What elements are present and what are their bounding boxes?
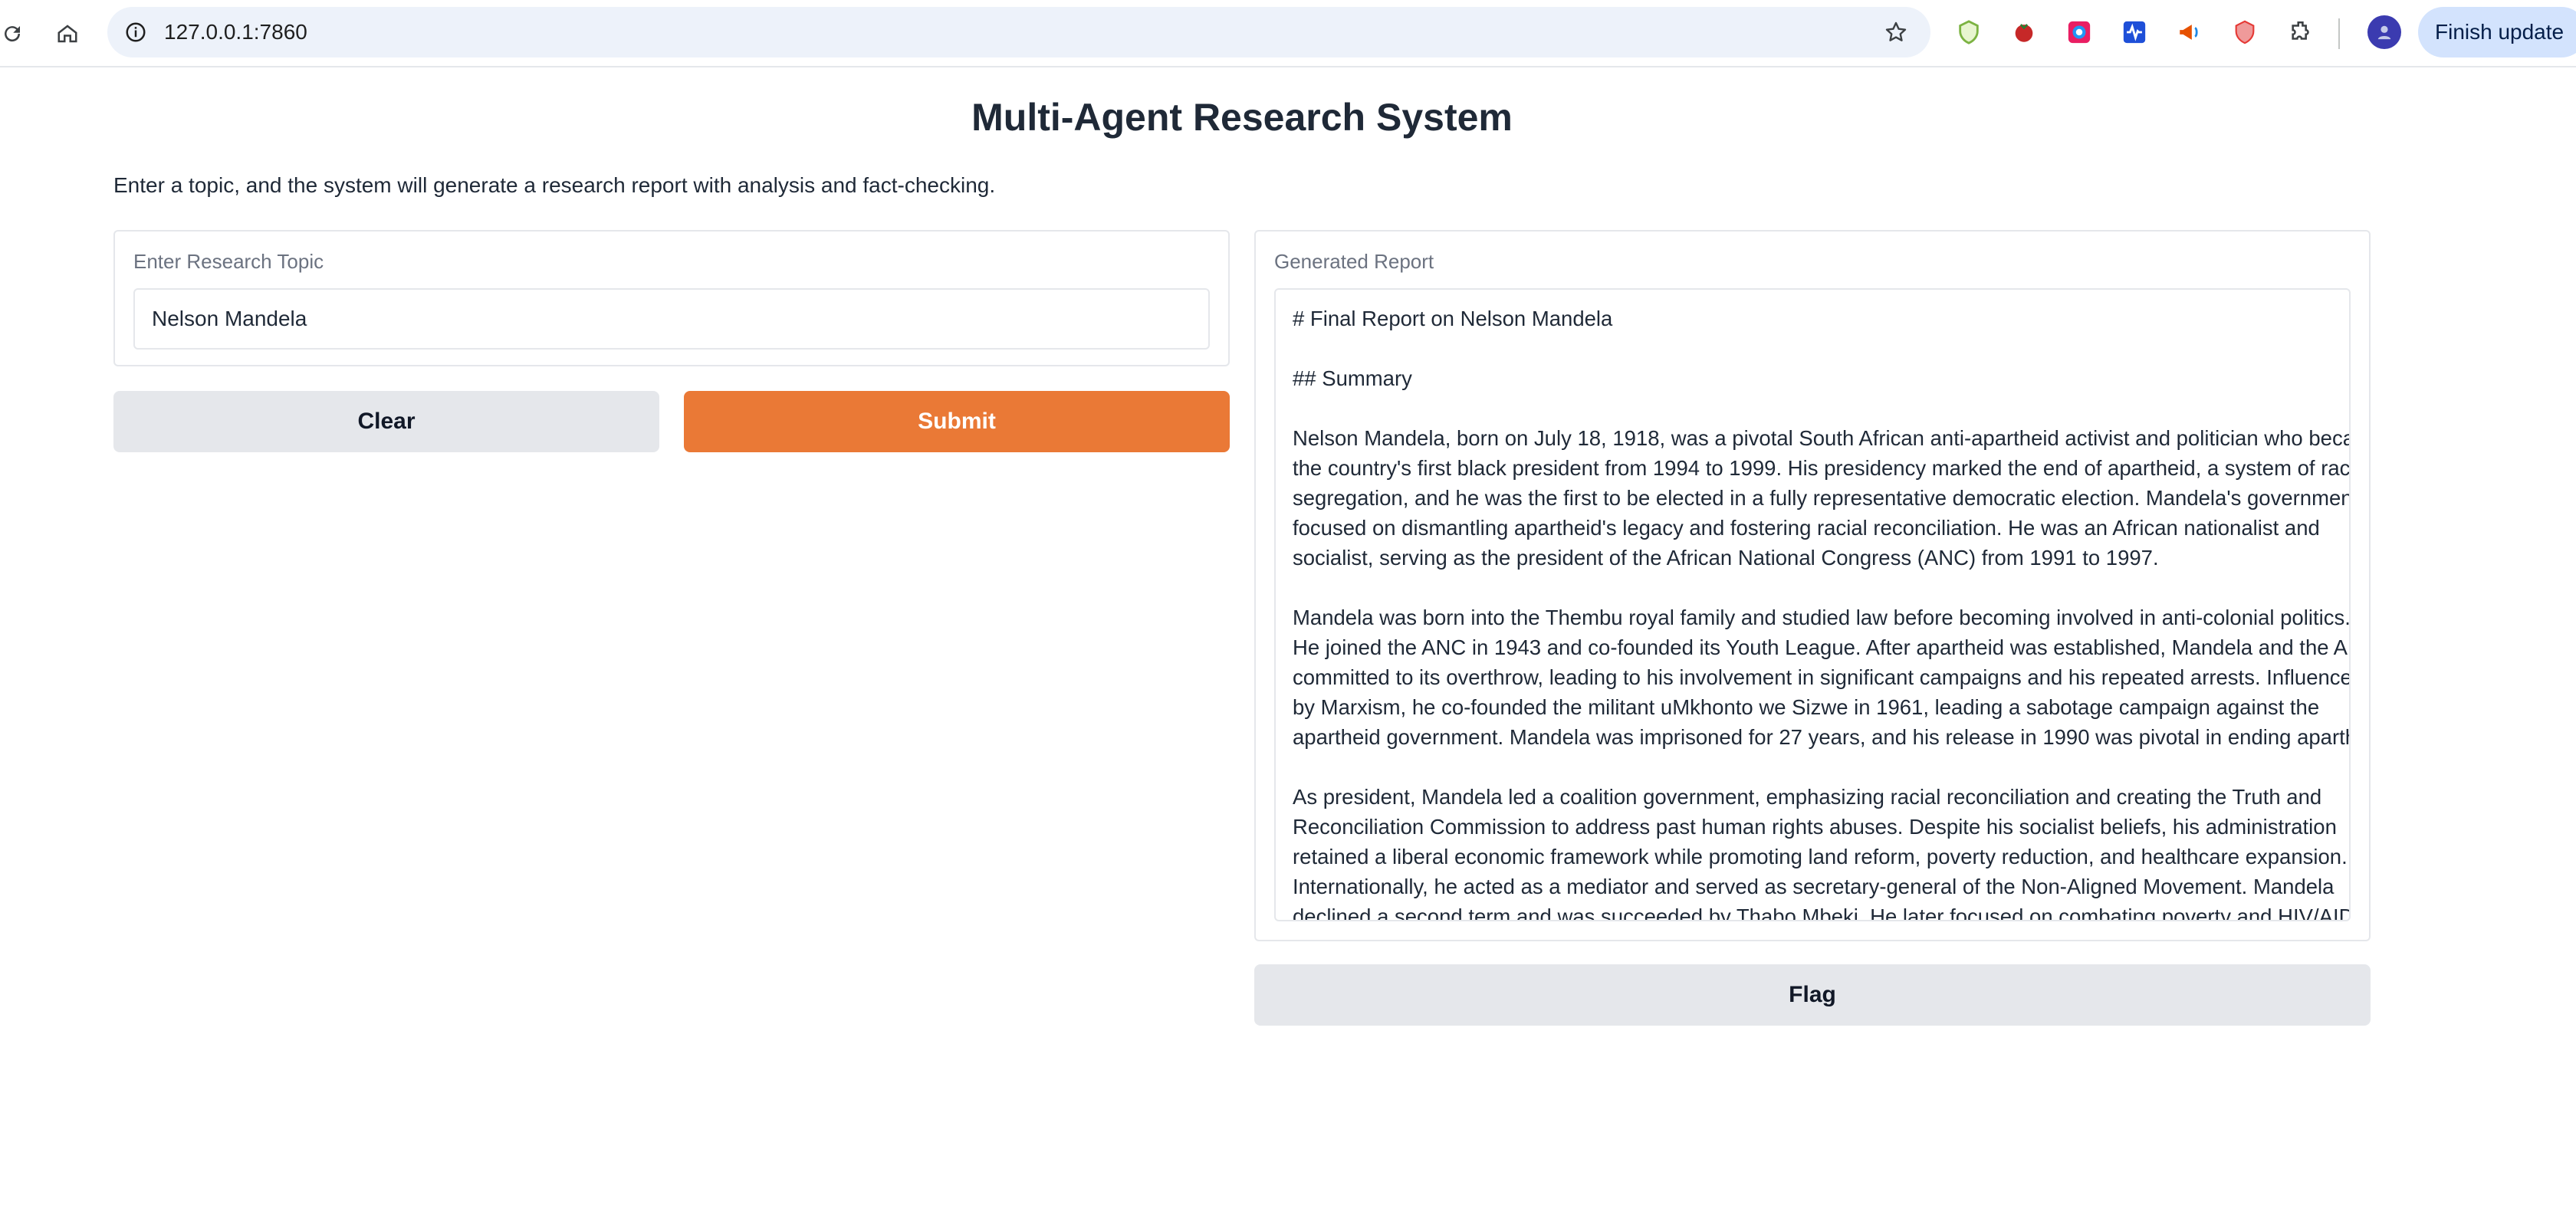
browser-toolbar: 127.0.0.1:7860 Finish update <box>0 0 2576 67</box>
submit-button[interactable]: Submit <box>684 391 1230 452</box>
bookmark-star-icon[interactable] <box>1880 16 1912 48</box>
report-text-line: Mandela was born into the Thembu royal f… <box>1293 606 2351 629</box>
report-text-line: by Marxism, he co-founded the militant u… <box>1293 695 2320 719</box>
waveform-extension-icon[interactable] <box>2118 15 2151 49</box>
report-text-line: socialist, serving as the president of t… <box>1293 546 2159 570</box>
report-text-line: As president, Mandela led a coalition go… <box>1293 785 2322 809</box>
flag-button[interactable]: Flag <box>1254 964 2371 1026</box>
megaphone-extension-icon[interactable] <box>2173 15 2206 49</box>
profile-avatar[interactable] <box>2367 15 2401 49</box>
report-text-line: Nelson Mandela, born on July 18, 1918, w… <box>1293 426 2351 450</box>
address-bar[interactable]: 127.0.0.1:7860 <box>107 7 1930 57</box>
report-text-line: retained a liberal economic framework wh… <box>1293 845 2348 868</box>
generated-report-panel: Generated Report # Final Report on Nelso… <box>1254 230 2371 941</box>
generated-report-textarea[interactable]: # Final Report on Nelson Mandela ## Summ… <box>1274 288 2351 921</box>
color-extension-icon[interactable] <box>2062 15 2096 49</box>
report-text-line: Internationally, he acted as a mediator … <box>1293 875 2334 898</box>
extensions-puzzle-icon[interactable] <box>2285 15 2318 49</box>
report-text-line: committed to its overthrow, leading to h… <box>1293 665 2351 689</box>
site-info-icon[interactable] <box>120 16 152 48</box>
toolbar-divider <box>2338 18 2340 49</box>
report-blank-line <box>1293 333 2334 363</box>
report-blank-line <box>1293 752 2334 782</box>
page-title: Multi-Agent Research System <box>971 96 1513 139</box>
research-topic-panel: Enter Research Topic Nelson Mandela <box>113 230 1230 366</box>
finish-update-button[interactable]: Finish update <box>2418 7 2576 57</box>
tomato-extension-icon[interactable] <box>2007 15 2041 49</box>
privacy-badge-extension-icon[interactable] <box>2228 15 2262 49</box>
report-text-line: Reconciliation Commission to address pas… <box>1293 815 2337 839</box>
report-text-line: declined a second term and was succeeded… <box>1293 905 2351 921</box>
report-blank-line <box>1293 393 2334 423</box>
report-blank-line <box>1293 573 2334 602</box>
report-text-line: He joined the ANC in 1943 and co-founded… <box>1293 635 2351 659</box>
research-topic-label: Enter Research Topic <box>133 250 324 273</box>
report-subheading: ## Summary <box>1293 366 1412 390</box>
reload-icon[interactable] <box>0 15 31 52</box>
research-topic-input[interactable]: Nelson Mandela <box>133 288 1210 350</box>
generated-report-label: Generated Report <box>1274 250 1434 273</box>
report-text-line: segregation, and he was the first to be … <box>1293 486 2351 510</box>
page-description: Enter a topic, and the system will gener… <box>113 173 996 197</box>
report-text-line: the country's first black president from… <box>1293 456 2351 480</box>
shield-extension-icon[interactable] <box>1952 15 1986 49</box>
report-text-line: focused on dismantling apartheid's legac… <box>1293 516 2320 540</box>
clear-button[interactable]: Clear <box>113 391 659 452</box>
url-text[interactable]: 127.0.0.1:7860 <box>164 7 307 57</box>
report-text-line: apartheid government. Mandela was impris… <box>1293 725 2351 749</box>
report-heading: # Final Report on Nelson Mandela <box>1293 307 1613 330</box>
home-icon[interactable] <box>49 15 86 52</box>
